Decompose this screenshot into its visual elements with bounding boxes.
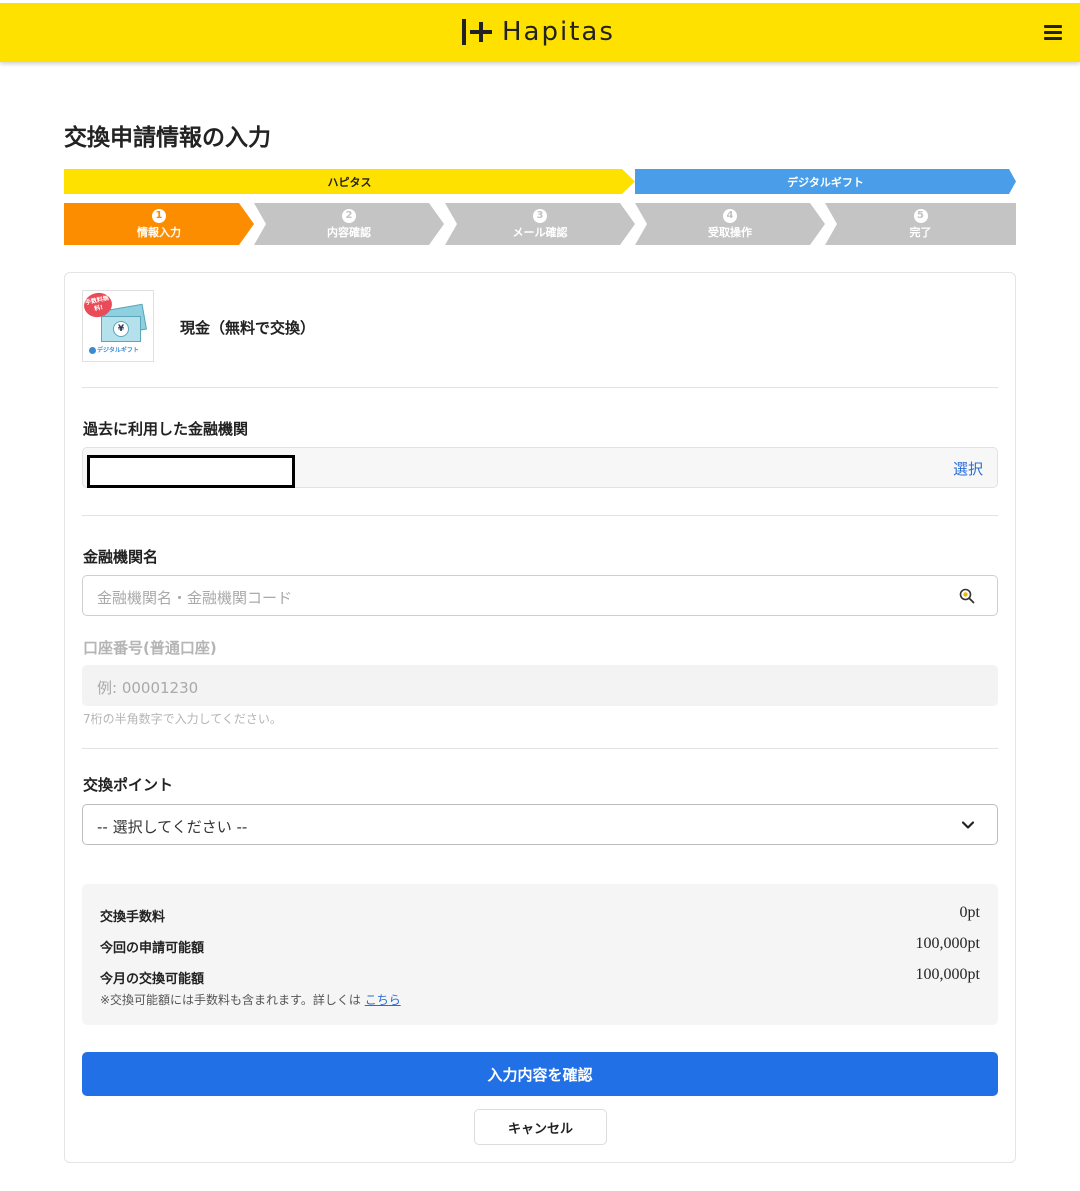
summary-key: 今月の交換可能額 [100,972,205,987]
summary-value: 100,000pt [915,966,980,983]
exchange-points-select[interactable]: -- 選択してください -- [82,804,998,845]
step-1: 1 情報入力 [64,203,254,245]
step-number: 1 [152,208,166,223]
step-label: 受取操作 [708,225,752,239]
divider [82,748,998,749]
select-previous-bank-link[interactable]: 選択 [953,458,983,479]
top-header: Hapitas [0,0,1080,62]
summary-row-available-now: 今回の申請可能額 100,000pt [100,935,980,957]
exchange-summary: 交換手数料 0pt 今回の申請可能額 100,000pt 今月の交換可能額 10… [82,884,998,1025]
step-2: 2 内容確認 [254,203,444,245]
summary-key: 今回の申請可能額 [100,941,205,956]
exchange-points-label: 交換ポイント [83,776,174,794]
previous-bank-field[interactable]: 選択 [82,447,998,488]
previous-bank-label: 過去に利用した金融機関 [83,420,249,438]
digital-gift-logo-icon [89,347,96,354]
digital-gift-caption: デジタルギフト [89,345,139,354]
step-number: 5 [913,208,928,223]
details-link[interactable]: こちら [365,993,401,1007]
step-number: 2 [342,208,356,223]
hamburger-menu-icon[interactable] [1044,25,1062,41]
brand-hapitas: ハピタス [64,169,635,194]
step-label: 完了 [909,225,932,239]
page-title: 交換申請情報の入力 [64,125,271,151]
bank-name-input[interactable]: 金融機関名・金融機関コード [82,575,998,616]
divider [82,387,998,388]
yen-icon: ¥ [113,321,129,337]
step-label: メール確認 [512,225,568,239]
brand-digital-gift: デジタルギフト [635,169,1016,194]
bank-name-label: 金融機関名 [83,548,159,566]
bank-name-placeholder: 金融機関名・金融機関コード [97,589,293,607]
summary-row-available-month: 今月の交換可能額 100,000pt [100,966,980,988]
step-3: 3 メール確認 [445,203,635,245]
redacted-bank-info [87,455,295,488]
item-title: 現金（無料で交換） [180,319,316,337]
step-number: 4 [723,208,737,223]
step-label: 内容確認 [327,225,371,239]
summary-value: 0pt [959,904,980,921]
summary-key: 交換手数料 [100,910,166,925]
step-label: 情報入力 [137,225,181,239]
step-indicator: 1 情報入力 2 内容確認 3 メール確認 4 受取操作 5 完了 [64,203,1016,245]
hapitas-logo[interactable]: Hapitas [460,15,615,49]
logo-text: Hapitas [502,17,615,47]
summary-value: 100,000pt [915,935,980,952]
account-number-label: 口座番号(普通口座) [83,639,217,657]
step-number: 3 [533,208,547,223]
exchange-form-card: ¥ 手数料無料! デジタルギフト 現金（無料で交換） 過去に利用した金融機関 選… [64,272,1016,1163]
confirm-input-button[interactable]: 入力内容を確認 [82,1052,998,1096]
divider [82,515,998,516]
step-4: 4 受取操作 [635,203,825,245]
chevron-down-icon [961,821,975,829]
summary-note-text: ※交換可能額には手数料も含まれます。詳しくは [100,993,361,1007]
exchange-points-value: -- 選択してください -- [97,818,248,836]
search-icon[interactable] [959,588,975,604]
step-5: 5 完了 [825,203,1016,245]
account-number-placeholder: 例: 00001230 [97,679,199,697]
summary-row-fee: 交換手数料 0pt [100,904,980,926]
account-number-hint: 7桁の半角数字で入力してください。 [83,712,282,726]
summary-note: ※交換可能額には手数料も含まれます。詳しくは こちら [100,991,401,1008]
logo-mark-icon [460,17,494,47]
cancel-button[interactable]: キャンセル [474,1109,607,1145]
caption-text: デジタルギフト [97,347,139,354]
cash-gift-thumbnail: ¥ 手数料無料! デジタルギフト [82,290,154,362]
brand-progress: ハピタス デジタルギフト [64,169,1016,194]
account-number-input[interactable]: 例: 00001230 [82,665,998,706]
